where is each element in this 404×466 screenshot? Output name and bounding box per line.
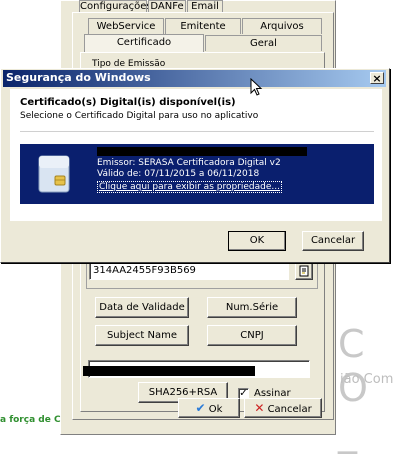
background-left-text: a força de C <box>0 415 61 425</box>
certificate-validade: Válido de: 07/11/2015 a 06/11/2018 <box>97 169 260 179</box>
check-icon: ✔ <box>195 401 206 415</box>
background-logo-text: C O _ <box>338 322 370 454</box>
dialog-cancel-button[interactable]: Cancelar <box>302 231 364 251</box>
cancelar-button[interactable]: ✕ Cancelar <box>244 398 322 418</box>
certificate-emissor: Emissor: SERASA Certificadora Digital v2 <box>97 158 281 168</box>
certificate-name-redacted <box>97 147 307 156</box>
browse-certificate-button[interactable] <box>295 262 313 280</box>
dialog-title: Segurança do Windows <box>6 71 151 84</box>
close-button[interactable]: × <box>370 72 384 84</box>
certificate-doc-icon <box>299 265 309 277</box>
certificate-card-icon <box>35 154 73 194</box>
tab-email[interactable]: Email <box>187 0 223 12</box>
data-validade-button[interactable]: Data de Validade <box>95 297 189 318</box>
tab-geral[interactable]: Geral <box>205 35 322 51</box>
dialog-heading: Certificado(s) Digital(is) disponível(is… <box>20 97 236 108</box>
dialog-subheading: Selecione o Certificado Digital para uso… <box>20 111 259 121</box>
close-icon: × <box>372 72 382 85</box>
subject-name-button[interactable]: Subject Name <box>95 325 189 346</box>
cancel-x-icon: ✕ <box>254 401 265 415</box>
cnpj-button[interactable]: CNPJ <box>207 325 297 346</box>
tab-certificado[interactable]: Certificado <box>84 34 204 52</box>
tab-configuracoes[interactable]: Configurações <box>79 0 152 12</box>
ok-button[interactable]: ✔ Ok <box>178 398 240 418</box>
dialog-ok-button[interactable]: OK <box>228 231 286 251</box>
certificate-item[interactable]: Emissor: SERASA Certificadora Digital v2… <box>20 144 374 204</box>
dialog-title-bar: Segurança do Windows × <box>3 70 386 87</box>
tab-arquivos[interactable]: Arquivos <box>242 18 322 34</box>
cancelar-label: Cancelar <box>267 404 312 415</box>
mouse-cursor-icon <box>250 78 263 96</box>
ok-label: Ok <box>208 404 223 415</box>
num-serie-button[interactable]: Num.Série <box>207 297 297 318</box>
background-logo-subtext: ião Com <box>340 372 394 387</box>
dialog-content: Certificado(s) Digital(is) disponível(is… <box>10 89 382 221</box>
separator <box>20 131 374 132</box>
tab-danfe[interactable]: DANFe <box>148 0 186 12</box>
certificate-properties-link[interactable]: Clique aqui para exibir as propriedade..… <box>97 181 282 193</box>
redaction-bar <box>83 366 255 376</box>
serial-field[interactable]: 314AA2455F93B569 <box>89 262 289 280</box>
tab-webservice[interactable]: WebService <box>88 18 164 34</box>
tab-emitente[interactable]: Emitente <box>165 18 241 34</box>
